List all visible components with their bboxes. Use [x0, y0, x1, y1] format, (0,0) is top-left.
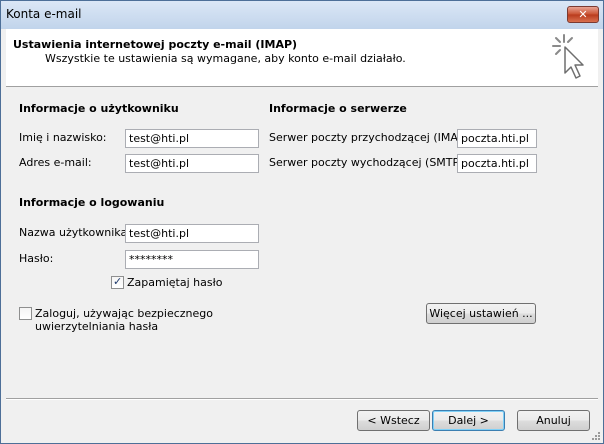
- username-label: Nazwa użytkownika:: [19, 226, 131, 239]
- title-bar: Konta e-mail ✕: [1, 1, 603, 29]
- window-title: Konta e-mail: [6, 7, 82, 21]
- user-info-heading: Informacje o użytkowniku: [19, 102, 179, 115]
- spa-label-line1: Zaloguj, używając bezpiecznego: [35, 307, 214, 320]
- close-button[interactable]: ✕: [567, 6, 599, 23]
- header-subtitle: Wszystkie te ustawienia są wymagane, aby…: [45, 52, 406, 65]
- more-settings-button[interactable]: Więcej ustawień ...: [426, 303, 536, 324]
- wizard-body: Informacje o użytkowniku Imię i nazwisko…: [6, 87, 598, 439]
- email-label: Adres e-mail:: [19, 156, 92, 169]
- outgoing-server-label: Serwer poczty wychodzącej (SMTP):: [269, 156, 468, 169]
- remember-password-checkbox[interactable]: ✓: [111, 275, 124, 289]
- password-label: Hasło:: [19, 252, 54, 265]
- login-info-heading: Informacje o logowaniu: [19, 196, 165, 209]
- cursor-sparkle-icon: [552, 34, 584, 79]
- incoming-server-field[interactable]: poczta.hti.pl: [457, 129, 537, 148]
- divider: [6, 398, 598, 400]
- resize-grip-icon[interactable]: [591, 431, 601, 441]
- outgoing-server-field[interactable]: poczta.hti.pl: [457, 154, 537, 173]
- name-label: Imię i nazwisko:: [19, 131, 107, 144]
- checkmark-icon: ✓: [113, 275, 123, 288]
- account-settings-window: Konta e-mail ✕ Ustawienia internetowej p…: [0, 0, 604, 444]
- name-field[interactable]: test@hti.pl: [125, 129, 259, 148]
- wizard-header: Ustawienia internetowej poczty e-mail (I…: [6, 29, 598, 87]
- password-field[interactable]: ********: [125, 250, 259, 269]
- incoming-server-label: Serwer poczty przychodzącej (IMAP):: [269, 131, 473, 144]
- username-field[interactable]: test@hti.pl: [125, 224, 259, 243]
- remember-password-label: Zapamiętaj hasło: [127, 276, 223, 289]
- back-button[interactable]: < Wstecz: [357, 410, 430, 431]
- server-info-heading: Informacje o serwerze: [269, 102, 407, 115]
- header-title: Ustawienia internetowej poczty e-mail (I…: [13, 38, 298, 51]
- cancel-button[interactable]: Anuluj: [517, 410, 590, 431]
- spa-checkbox[interactable]: [19, 307, 32, 320]
- close-icon: ✕: [578, 8, 588, 21]
- next-button[interactable]: Dalej >: [432, 410, 505, 431]
- spa-label-line2: uwierzytelniania hasła: [35, 320, 159, 333]
- email-field[interactable]: test@hti.pl: [125, 154, 259, 173]
